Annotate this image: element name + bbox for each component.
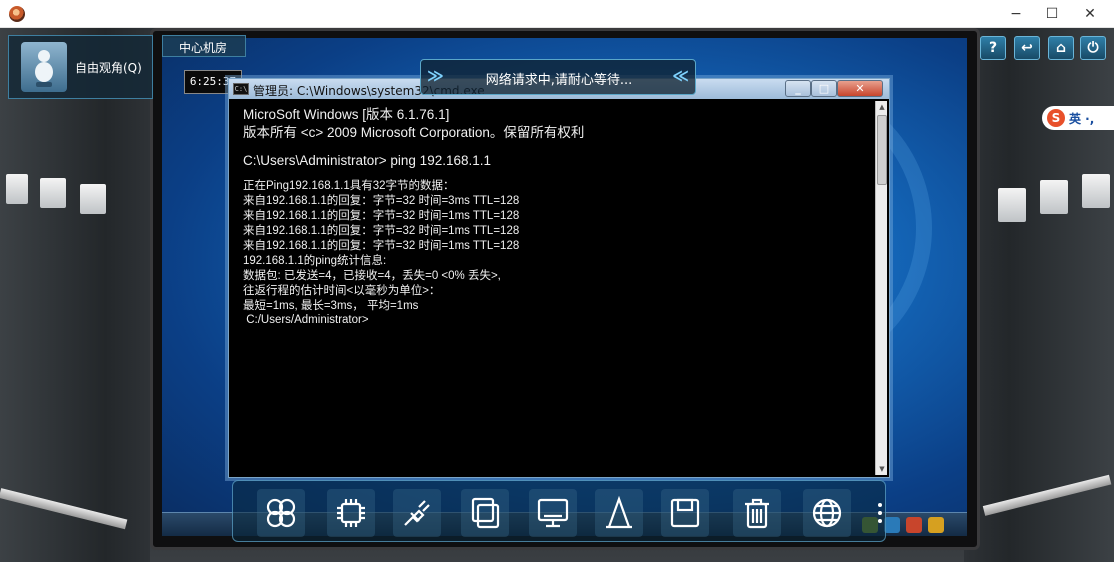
power-button[interactable]: ⏻	[1080, 36, 1106, 60]
loading-banner: ≫ 网络请求中,请耐心等待... ≪	[420, 59, 696, 95]
floor-light-strip	[0, 488, 128, 530]
minimize-icon: −	[1010, 6, 1022, 22]
scroll-thumb[interactable]	[877, 115, 887, 185]
dock-network-button[interactable]	[257, 489, 305, 537]
room-tab[interactable]: 中心机房	[162, 35, 246, 57]
back-icon: ↩	[1021, 40, 1033, 56]
cmd-minimize-button[interactable]: _	[785, 80, 811, 97]
maximize-icon: □	[818, 82, 830, 95]
home-button[interactable]: ⌂	[1048, 36, 1074, 60]
cmd-line: 来自192.168.1.1的回复：字节=32 时间=1ms TTL=128	[243, 225, 520, 237]
dock-hardware-button[interactable]	[327, 489, 375, 537]
host-title-bar: − ☐ ✕	[0, 0, 1114, 28]
scroll-up-icon[interactable]: ▲	[877, 102, 887, 112]
room-label: 中心机房	[179, 41, 228, 55]
tray-icon[interactable]	[906, 517, 922, 533]
person-icon	[21, 42, 67, 92]
dock-text-button[interactable]	[595, 489, 643, 537]
tray-icon[interactable]	[884, 517, 900, 533]
dock-connect-button[interactable]	[393, 489, 441, 537]
minimize-icon: _	[795, 82, 801, 95]
trash-icon	[745, 498, 769, 529]
dock-delete-button[interactable]	[733, 489, 781, 537]
ime-indicator[interactable]: S 英 ·,	[1042, 106, 1114, 130]
home-icon: ⌂	[1055, 40, 1067, 56]
cmd-line: 来自192.168.1.1的回复：字节=32 时间=1ms TTL=128	[243, 210, 520, 222]
wall-light	[1040, 180, 1068, 214]
ime-logo-icon: S	[1047, 109, 1065, 127]
cmd-close-button[interactable]: ✕	[837, 80, 883, 97]
dock-save-button[interactable]	[661, 489, 709, 537]
cmd-output[interactable]: MicroSoft Windows [版本 6.1.76.1] 版本所有 <c>…	[235, 101, 873, 473]
cmd-line: 版本所有 <c> 2009 Microsoft Corporation。保留所有…	[243, 125, 585, 140]
cmd-line: 最短=1ms, 最长=3ms， 平均=1ms	[243, 300, 419, 312]
close-icon: ✕	[855, 82, 865, 95]
cmd-line: 正在Ping192.168.1.1具有32字节的数据：	[243, 180, 455, 192]
save-icon	[670, 498, 700, 528]
scroll-down-icon[interactable]: ▼	[877, 464, 887, 474]
globe-icon	[812, 498, 842, 528]
cmd-window[interactable]: C:\ 管理员: C:\Windows\system32\cmd.exe _ □…	[228, 78, 890, 478]
ime-mode-label: 英 ·,	[1069, 112, 1095, 126]
dock-monitor-button[interactable]	[529, 489, 577, 537]
monitor-icon	[537, 498, 569, 528]
chevron-left-icon: ≪	[672, 66, 689, 85]
power-icon: ⏻	[1087, 40, 1099, 56]
cmd-maximize-button[interactable]: □	[811, 80, 837, 97]
left-wall	[0, 28, 150, 562]
dock-more-icon[interactable]	[878, 503, 884, 527]
tool-dock	[232, 480, 886, 542]
free-view-panel[interactable]: 自由观角(Q)	[8, 35, 153, 99]
loading-message: 网络请求中,请耐心等待...	[485, 73, 633, 88]
cmd-icon: C:\	[233, 83, 249, 95]
copy-icon	[471, 497, 500, 529]
cmd-line: 数据包: 已发送=4，已接收=4，丢失=0 <0% 丢失>,	[243, 270, 501, 282]
back-button[interactable]: ↩	[1014, 36, 1040, 60]
app-window: − ☐ ✕ 自由观角(Q) 中心机房 6:25:37 C:\ 管理员: C:\W…	[0, 0, 1114, 562]
cmd-line: C:/Users/Administrator>	[243, 314, 369, 326]
help-button[interactable]: ?	[980, 36, 1006, 60]
app-logo-icon	[9, 6, 25, 22]
wall-light	[1082, 174, 1110, 208]
cmd-line: 来自192.168.1.1的回复：字节=32 时间=1ms TTL=128	[243, 240, 520, 252]
cmd-line: C:\Users\Administrator> ping 192.168.1.1	[243, 153, 492, 168]
wall-light	[998, 188, 1026, 222]
dock-window-button[interactable]	[461, 489, 509, 537]
cmd-line: MicroSoft Windows [版本 6.1.76.1]	[243, 107, 450, 122]
text-icon	[606, 495, 632, 529]
close-button[interactable]: ✕	[1068, 0, 1112, 28]
wall-light	[40, 178, 66, 208]
network-icon	[266, 498, 296, 528]
dock-web-button[interactable]	[803, 489, 851, 537]
cmd-line: 192.168.1.1的ping统计信息:	[243, 255, 387, 267]
close-icon: ✕	[1084, 6, 1096, 22]
cmd-line: 往返行程的估计时间<以毫秒为单位>：	[243, 285, 441, 297]
tray-icon[interactable]	[928, 517, 944, 533]
free-view-label: 自由观角(Q)	[75, 61, 142, 75]
wall-light	[6, 174, 28, 204]
wall-light	[80, 184, 106, 214]
floor-light-strip	[982, 474, 1112, 516]
maximize-icon: ☐	[1045, 6, 1059, 22]
cmd-line: 来自192.168.1.1的回复：字节=32 时间=3ms TTL=128	[243, 195, 520, 207]
help-icon: ?	[988, 40, 998, 56]
plug-icon	[404, 500, 430, 526]
chip-icon	[337, 499, 365, 527]
cmd-scrollbar[interactable]: ▲ ▼	[875, 101, 887, 475]
